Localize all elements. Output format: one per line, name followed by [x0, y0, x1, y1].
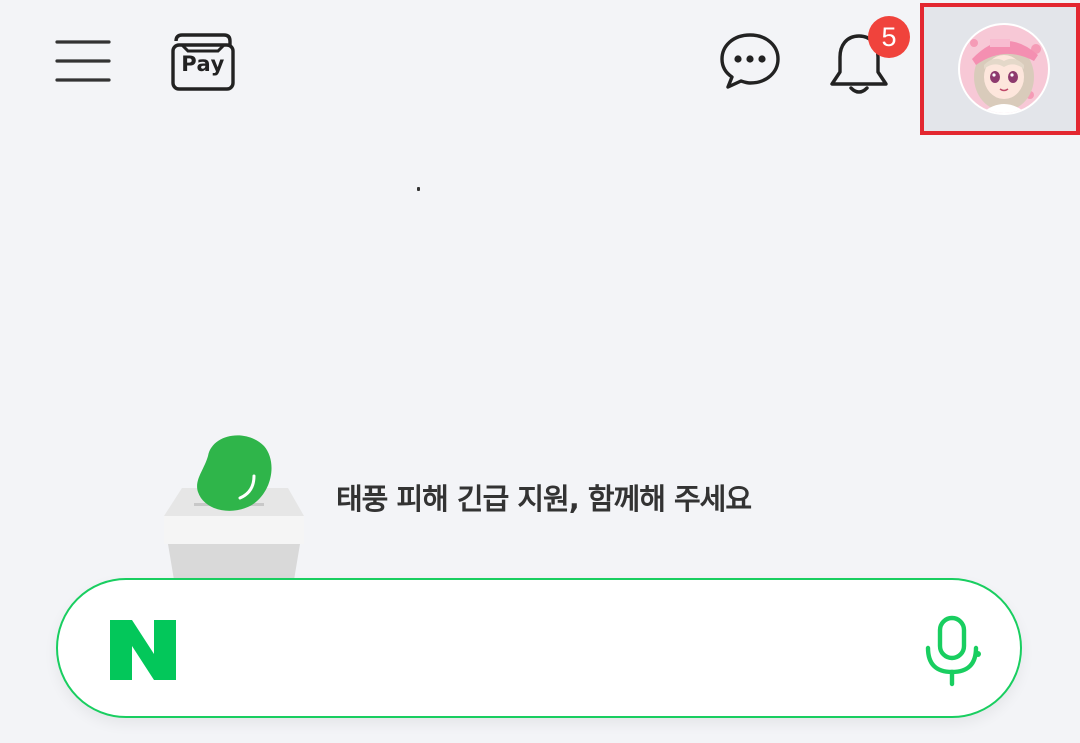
menu-button[interactable]: [50, 30, 116, 92]
profile-button[interactable]: [920, 3, 1080, 135]
pay-button[interactable]: Pay: [166, 26, 240, 94]
naver-home-screen: Pay 5 태풍 피해 긴급 지원, 함께해 주세요: [0, 0, 1080, 743]
microphone-icon: [925, 615, 981, 687]
search-input[interactable]: [208, 610, 892, 692]
voice-search-button[interactable]: [914, 610, 990, 692]
hamburger-menu-icon: [55, 40, 111, 82]
chat-bubble-icon: [720, 33, 780, 89]
avatar: [958, 23, 1050, 115]
stray-dot: [417, 187, 420, 191]
talk-button[interactable]: [714, 28, 786, 94]
banner-text: 태풍 피해 긴급 지원, 함께해 주세요: [336, 482, 752, 516]
notification-badge: 5: [868, 16, 910, 58]
donation-box-icon: [164, 435, 304, 580]
donation-banner[interactable]: 태풍 피해 긴급 지원, 함께해 주세요: [150, 420, 870, 580]
notification-button[interactable]: 5: [822, 16, 910, 96]
pay-label: Pay: [181, 52, 225, 76]
search-bar[interactable]: [56, 578, 1022, 718]
naver-n-logo: [110, 620, 176, 680]
avatar-image: [960, 25, 1048, 113]
